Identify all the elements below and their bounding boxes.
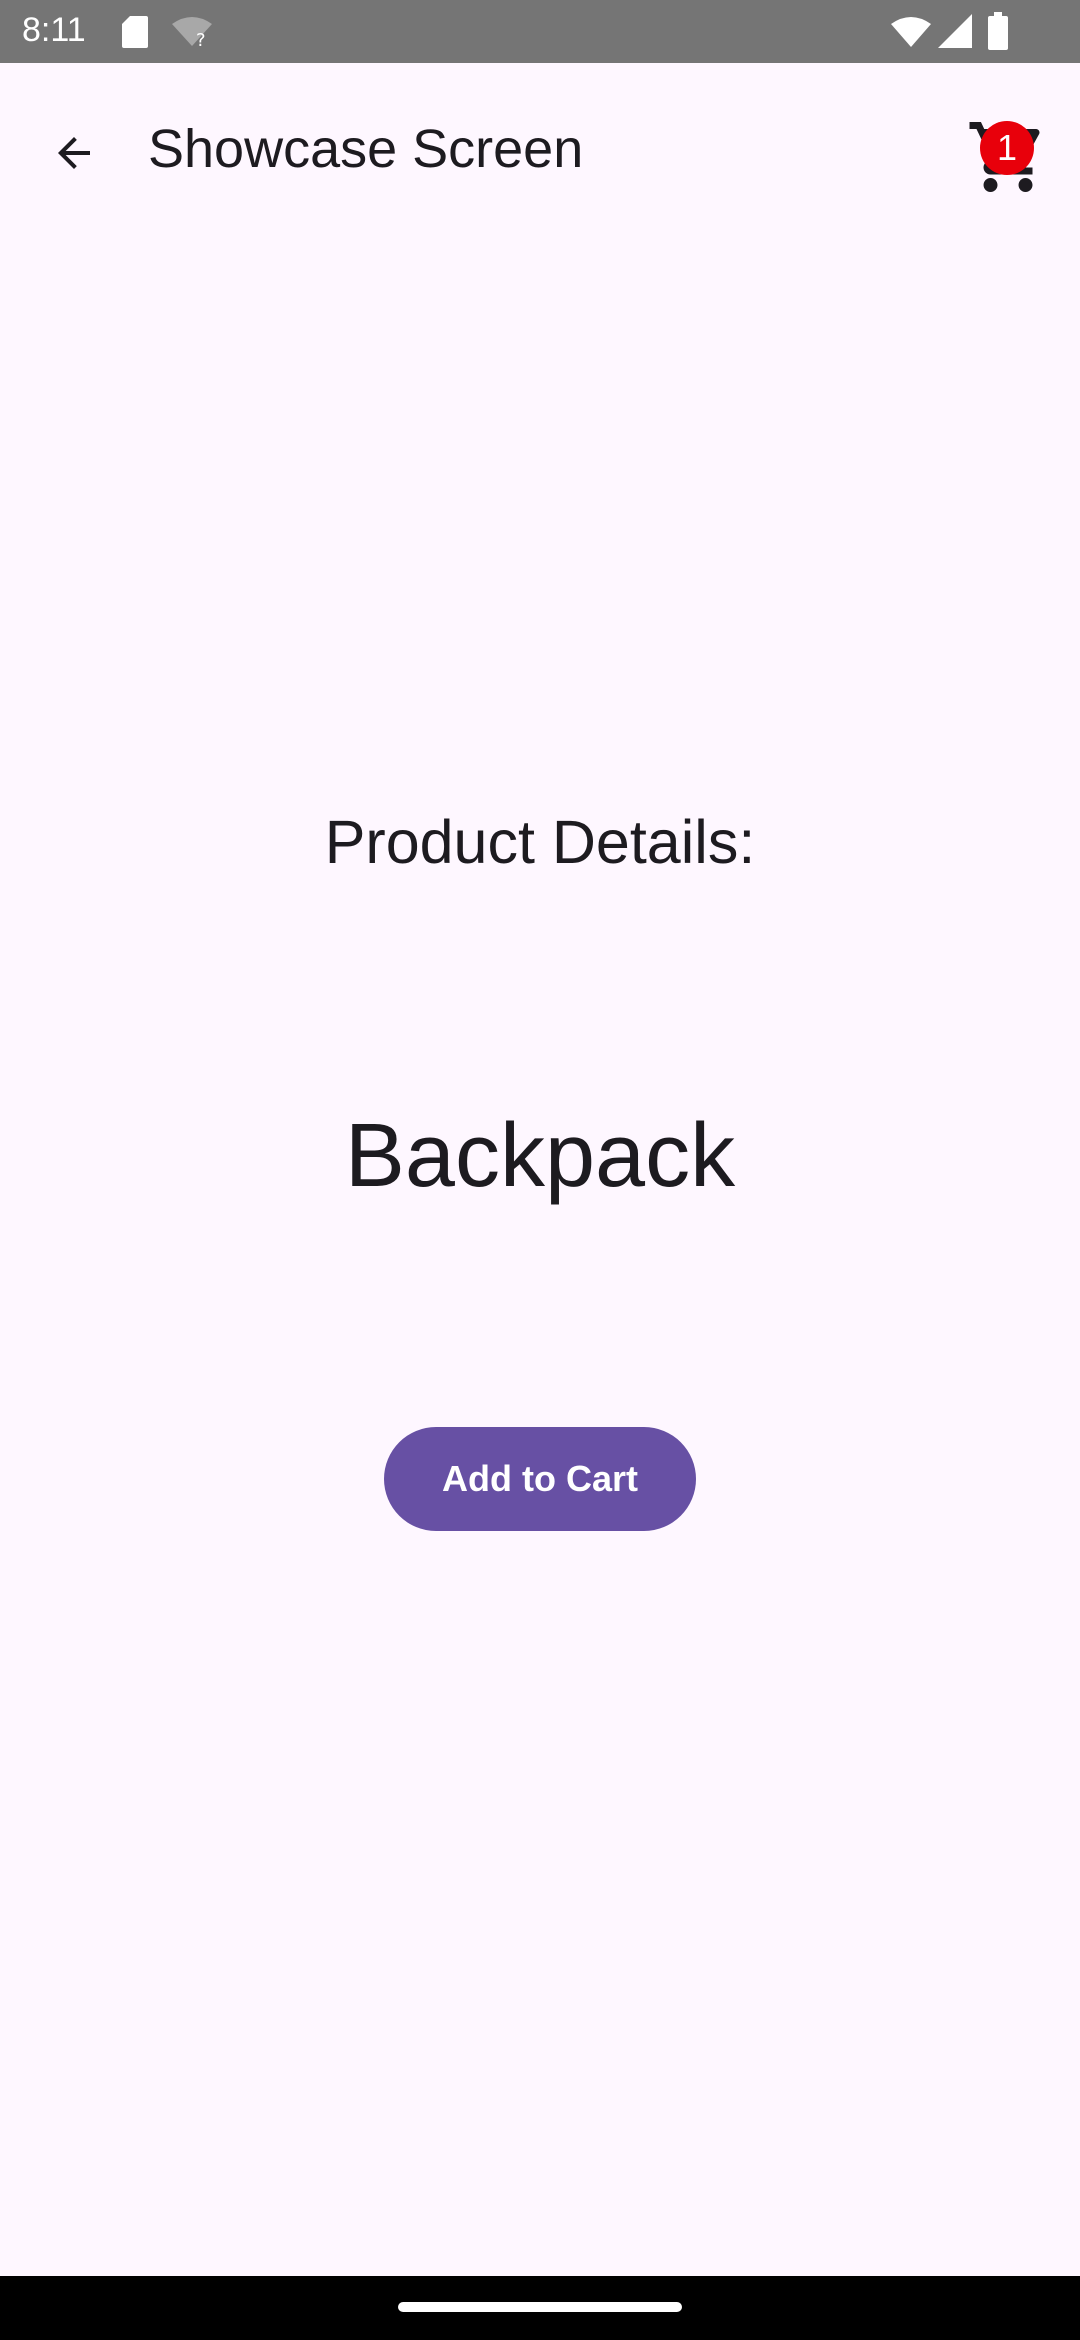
top-app-bar: Showcase Screen 1	[0, 63, 1080, 231]
product-details-heading: Product Details:	[324, 808, 756, 876]
wifi-unknown-icon: ?	[170, 16, 214, 53]
cart-badge: 1	[980, 121, 1034, 175]
wifi-signal-icon	[890, 16, 932, 53]
status-bar: 8:11 ?	[0, 0, 1080, 63]
home-indicator[interactable]	[398, 2302, 682, 2312]
sd-card-icon	[122, 16, 148, 53]
battery-icon	[988, 12, 1008, 55]
status-time: 8:11	[22, 11, 86, 49]
product-name: Backpack	[344, 1106, 736, 1206]
back-button[interactable]	[32, 113, 116, 197]
page-title: Showcase Screen	[148, 119, 584, 179]
svg-text:?: ?	[196, 30, 206, 48]
cart-button[interactable]: 1	[966, 115, 1050, 199]
arrow-back-icon	[50, 129, 98, 182]
cell-signal-icon	[938, 14, 972, 53]
add-to-cart-button[interactable]: Add to Cart	[384, 1427, 696, 1531]
